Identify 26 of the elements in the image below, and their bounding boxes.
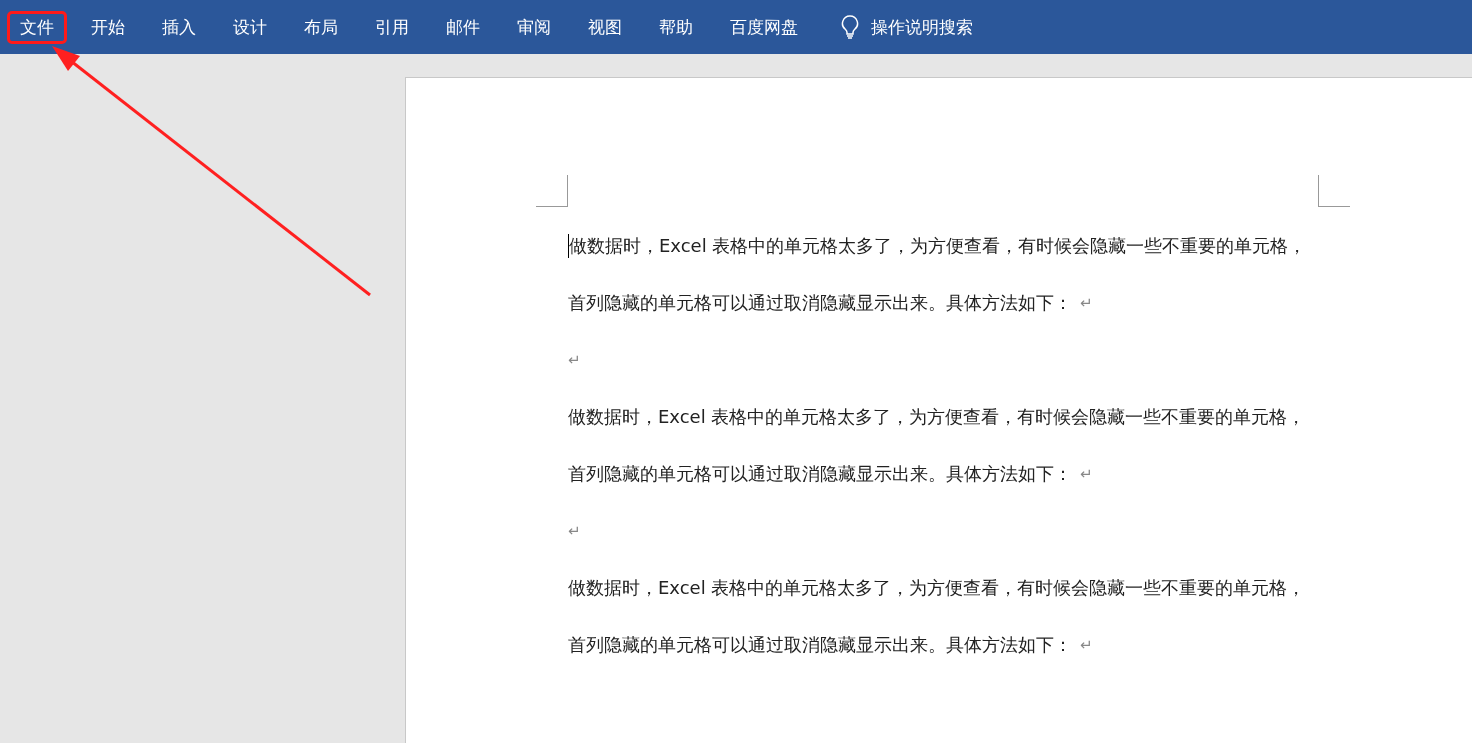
ribbon-tab[interactable]: 帮助 — [649, 13, 703, 41]
document-text-line: 首列隐藏的单元格可以通过取消隐藏显示出来。具体方法如下： — [568, 632, 1072, 657]
margin-corner-mark — [1318, 175, 1350, 207]
ribbon-tab[interactable]: 审阅 — [507, 13, 561, 41]
paragraph-mark: ↵ — [1080, 293, 1093, 312]
ribbon-tab[interactable]: 文件 — [10, 13, 64, 41]
ribbon-tab[interactable]: 插入 — [152, 13, 206, 41]
ribbon-tab[interactable]: 设计 — [223, 13, 277, 41]
lightbulb-icon — [841, 15, 859, 39]
paragraph-mark: ↵ — [1080, 635, 1093, 654]
document-text-line: 做数据时，Excel 表格中的单元格太多了，为方便查看，有时候会隐藏一些不重要的单元格， — [568, 233, 1307, 258]
ribbon-tab[interactable]: 引用 — [365, 13, 419, 41]
paragraph-mark: ↵ — [1080, 464, 1093, 483]
margin-corner-mark — [536, 175, 568, 207]
document-text-line: 首列隐藏的单元格可以通过取消隐藏显示出来。具体方法如下： — [568, 290, 1072, 315]
ribbon-tab[interactable]: 布局 — [294, 13, 348, 41]
ribbon-tab[interactable]: 视图 — [578, 13, 632, 41]
paragraph-mark: ↵ — [568, 521, 581, 540]
search-label[interactable]: 操作说明搜索 — [871, 15, 973, 39]
paragraph-mark: ↵ — [568, 350, 581, 369]
document-text-line: 做数据时，Excel 表格中的单元格太多了，为方便查看，有时候会隐藏一些不重要的单元格， — [568, 575, 1306, 600]
ribbon-tab[interactable]: 开始 — [81, 13, 135, 41]
document-text-line: 做数据时，Excel 表格中的单元格太多了，为方便查看，有时候会隐藏一些不重要的单元格， — [568, 404, 1306, 429]
ribbon-tab[interactable]: 百度网盘 — [720, 13, 808, 41]
ribbon-tab[interactable]: 邮件 — [436, 13, 490, 41]
document-text-line: 首列隐藏的单元格可以通过取消隐藏显示出来。具体方法如下： — [568, 461, 1072, 486]
